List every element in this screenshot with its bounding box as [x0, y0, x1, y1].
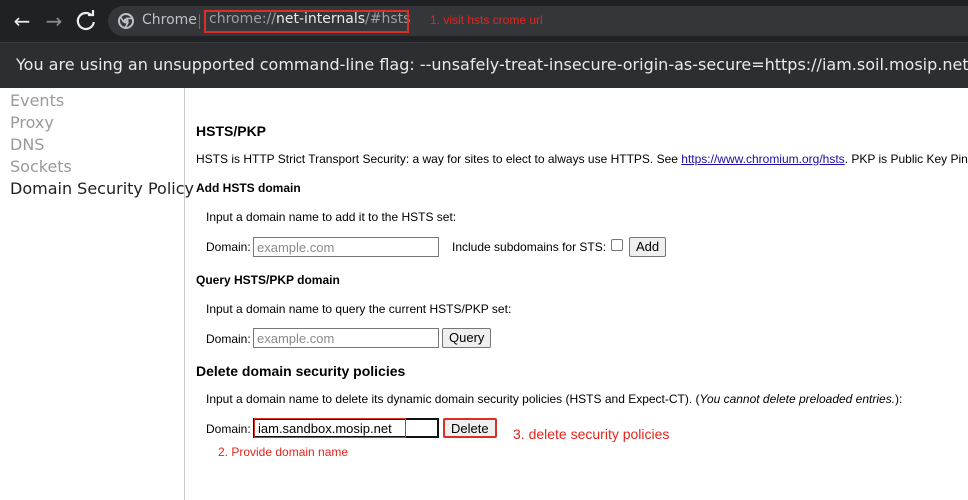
- annotation-url-highlight: [204, 10, 409, 33]
- hsts-intro: HSTS is HTTP Strict Transport Security: …: [196, 152, 968, 166]
- query-hsts-heading: Query HSTS/PKP domain: [196, 273, 340, 287]
- delete-policies-heading: Delete domain security policies: [196, 363, 406, 379]
- back-arrow-icon[interactable]: ←: [10, 9, 34, 33]
- unsupported-flag-infobar: You are using an unsupported command-lin…: [0, 42, 968, 88]
- chrome-logo-icon: [118, 13, 134, 29]
- query-description: Input a domain name to query the current…: [206, 302, 512, 316]
- browser-toolbar: ← → Chrome chrome://net-internals/#hsts …: [0, 0, 968, 42]
- annotation-domain-highlight: [254, 418, 406, 438]
- annotation-step-1: 1. visit hsts crome url: [430, 13, 543, 27]
- query-domain-label: Domain:: [206, 332, 251, 346]
- delete-description-suffix: ):: [895, 392, 903, 406]
- forward-arrow-icon[interactable]: →: [42, 9, 66, 33]
- infobar-message: You are using an unsupported command-lin…: [16, 55, 968, 74]
- delete-description-note: You cannot delete preloaded entries.: [699, 392, 896, 406]
- add-domain-label: Domain:: [206, 240, 251, 254]
- annotation-step-2: 2. Provide domain name: [218, 445, 349, 459]
- delete-domain-label: Domain:: [206, 422, 251, 436]
- query-domain-input[interactable]: [253, 328, 439, 348]
- hsts-intro-suffix: . PKP is Public Key Pinni: [844, 152, 968, 166]
- sidebar-item-events[interactable]: Events: [10, 91, 64, 110]
- delete-description: Input a domain name to delete its dynami…: [206, 392, 902, 406]
- sidebar-item-sockets[interactable]: Sockets: [10, 157, 72, 176]
- delete-description-text: Input a domain name to delete its dynami…: [206, 392, 700, 406]
- main-content: HSTS/PKP HSTS is HTTP Strict Transport S…: [186, 88, 968, 500]
- include-subdomains-checkbox[interactable]: [611, 239, 623, 251]
- include-subdomains-label: Include subdomains for STS:: [452, 240, 607, 254]
- query-button[interactable]: Query: [442, 328, 492, 348]
- chromium-hsts-link[interactable]: https://www.chromium.org/hsts: [681, 152, 844, 166]
- sidebar-item-dns[interactable]: DNS: [10, 135, 44, 154]
- delete-button[interactable]: Delete: [443, 418, 497, 438]
- add-hsts-heading: Add HSTS domain: [196, 181, 301, 195]
- sidebar-item-domain-security-policy[interactable]: Domain Security Policy: [10, 179, 194, 198]
- add-button[interactable]: Add: [629, 237, 667, 257]
- add-domain-input[interactable]: [253, 237, 439, 257]
- reload-icon[interactable]: [74, 9, 98, 33]
- add-hsts-description: Input a domain name to add it to the HST…: [206, 210, 457, 224]
- page-title: HSTS/PKP: [196, 123, 267, 139]
- hsts-intro-text: HSTS is HTTP Strict Transport Security: …: [196, 152, 682, 166]
- annotation-step-3: 3. delete security policies: [513, 426, 670, 442]
- sidebar: Events Proxy DNS Sockets Domain Security…: [0, 88, 194, 500]
- omnibox-separator: [199, 14, 200, 29]
- site-name: Chrome: [142, 12, 197, 28]
- sidebar-item-proxy[interactable]: Proxy: [10, 113, 54, 132]
